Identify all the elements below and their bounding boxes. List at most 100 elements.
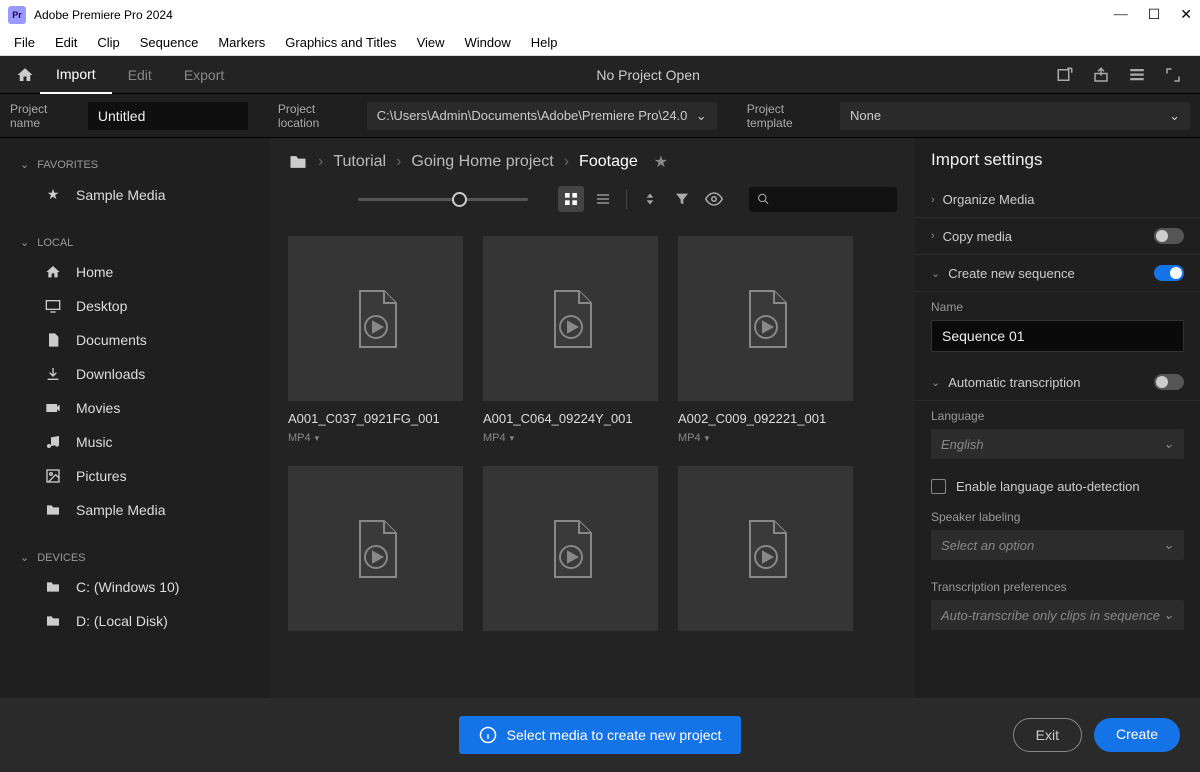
- auto-transcription-toggle[interactable]: [1154, 374, 1184, 390]
- menu-clip[interactable]: Clip: [87, 35, 129, 50]
- folder-nav-icon[interactable]: [288, 152, 308, 172]
- thumbnail-size-slider[interactable]: [358, 198, 528, 201]
- search-input[interactable]: [749, 187, 897, 212]
- project-location-dropdown[interactable]: C:\Users\Admin\Documents\Adobe\Premiere …: [367, 102, 717, 130]
- sidebar-item-sample-media-fav[interactable]: ★Sample Media: [0, 177, 270, 212]
- chevron-down-icon: ⌄: [1169, 108, 1180, 124]
- tab-export[interactable]: Export: [168, 56, 240, 94]
- menu-edit[interactable]: Edit: [45, 35, 87, 50]
- menu-markers[interactable]: Markers: [208, 35, 275, 50]
- sidebar-item-desktop[interactable]: Desktop: [0, 289, 270, 323]
- menu-help[interactable]: Help: [521, 35, 568, 50]
- menu-sequence[interactable]: Sequence: [130, 35, 209, 50]
- clip-thumbnail[interactable]: [288, 236, 463, 401]
- breadcrumb-item[interactable]: Going Home project: [411, 153, 553, 171]
- prefs-value: Auto-transcribe only clips in sequence: [941, 608, 1160, 623]
- section-local-label: LOCAL: [37, 237, 73, 249]
- setting-organize-media[interactable]: ›Organize Media: [915, 182, 1200, 218]
- clip-item[interactable]: A001_C037_0921FG_001MP4 ▾: [288, 236, 463, 444]
- chevron-down-icon: ⌄: [20, 551, 29, 564]
- location-sidebar: ⌄FAVORITES ★Sample Media ⌄ LOCAL Home Des…: [0, 138, 270, 728]
- sidebar-item-pictures[interactable]: Pictures: [0, 459, 270, 493]
- app-logo-icon: Pr: [8, 6, 26, 24]
- project-location-value: C:\Users\Admin\Documents\Adobe\Premiere …: [377, 108, 688, 123]
- clip-thumbnail[interactable]: [483, 236, 658, 401]
- clip-item[interactable]: A001_C064_09224Y_001MP4 ▾: [483, 236, 658, 444]
- sidebar-item-movies[interactable]: Movies: [0, 391, 270, 425]
- app-title: Adobe Premiere Pro 2024: [34, 8, 173, 22]
- menu-window[interactable]: Window: [455, 35, 521, 50]
- clip-item[interactable]: [483, 466, 658, 631]
- titlebar: Pr Adobe Premiere Pro 2024 — ☐ ✕: [0, 0, 1200, 30]
- capture-icon[interactable]: [1056, 66, 1074, 84]
- exit-button[interactable]: Exit: [1013, 718, 1082, 752]
- sequence-name-label: Name: [931, 300, 1184, 314]
- minimize-icon[interactable]: —: [1114, 7, 1128, 24]
- sidebar-item-label: D: (Local Disk): [76, 613, 168, 629]
- eye-icon[interactable]: [701, 186, 727, 212]
- maximize-icon[interactable]: ☐: [1148, 7, 1161, 24]
- favorite-star-icon[interactable]: ★: [654, 152, 668, 172]
- setting-create-sequence[interactable]: ⌄Create new sequence: [915, 255, 1200, 292]
- menu-graphics[interactable]: Graphics and Titles: [275, 35, 406, 50]
- project-name-input[interactable]: Untitled: [88, 102, 248, 130]
- clip-item[interactable]: [288, 466, 463, 631]
- fullscreen-icon[interactable]: [1164, 66, 1182, 84]
- close-icon[interactable]: ✕: [1180, 7, 1192, 24]
- clip-thumbnail[interactable]: [678, 236, 853, 401]
- import-settings-panel: Import settings ›Organize Media ›Copy me…: [915, 138, 1200, 728]
- project-status: No Project Open: [240, 67, 1056, 83]
- menu-file[interactable]: File: [4, 35, 45, 50]
- speaker-labeling-select[interactable]: Select an option⌄: [931, 530, 1184, 560]
- auto-detect-checkbox[interactable]: Enable language auto-detection: [915, 471, 1200, 502]
- transcription-prefs-select[interactable]: Auto-transcribe only clips in sequence⌄: [931, 600, 1184, 630]
- auto-detect-label: Enable language auto-detection: [956, 479, 1140, 494]
- download-icon: [44, 366, 62, 382]
- breadcrumb-sep-icon: ›: [318, 153, 323, 171]
- tab-import[interactable]: Import: [40, 56, 112, 94]
- chevron-down-icon: ⌄: [696, 108, 707, 124]
- sidebar-item-drive-c[interactable]: C: (Windows 10): [0, 570, 270, 604]
- language-value: English: [941, 437, 984, 452]
- setting-auto-transcription[interactable]: ⌄Automatic transcription: [915, 364, 1200, 401]
- sort-icon[interactable]: [637, 186, 663, 212]
- sidebar-item-music[interactable]: Music: [0, 425, 270, 459]
- tab-edit[interactable]: Edit: [112, 56, 168, 94]
- clip-name: A001_C064_09224Y_001: [483, 411, 658, 426]
- section-devices[interactable]: ⌄DEVICES: [0, 545, 270, 570]
- sidebar-item-drive-d[interactable]: D: (Local Disk): [0, 604, 270, 638]
- clip-thumbnail[interactable]: [483, 466, 658, 631]
- copy-media-toggle[interactable]: [1154, 228, 1184, 244]
- speaker-placeholder: Select an option: [941, 538, 1034, 553]
- clip-thumbnail[interactable]: [288, 466, 463, 631]
- sequence-name-input[interactable]: [931, 320, 1184, 352]
- project-template-dropdown[interactable]: None ⌄: [840, 102, 1190, 130]
- checkbox-icon: [931, 479, 946, 494]
- sidebar-item-downloads[interactable]: Downloads: [0, 357, 270, 391]
- create-sequence-toggle[interactable]: [1154, 265, 1184, 281]
- sidebar-item-sample-media[interactable]: Sample Media: [0, 493, 270, 527]
- list-view-icon[interactable]: [590, 186, 616, 212]
- menu-view[interactable]: View: [407, 35, 455, 50]
- home-icon[interactable]: [10, 66, 40, 84]
- grid-view-icon[interactable]: [558, 186, 584, 212]
- setting-copy-media[interactable]: ›Copy media: [915, 218, 1200, 255]
- clip-item[interactable]: A002_C009_092221_001MP4 ▾: [678, 236, 853, 444]
- sidebar-item-label: C: (Windows 10): [76, 579, 179, 595]
- project-bar: Project name Untitled Project location C…: [0, 94, 1200, 138]
- clip-thumbnail[interactable]: [678, 466, 853, 631]
- create-button[interactable]: Create: [1094, 718, 1180, 752]
- share-icon[interactable]: [1092, 66, 1110, 84]
- breadcrumb-sep-icon: ›: [396, 153, 401, 171]
- sidebar-item-home[interactable]: Home: [0, 255, 270, 289]
- language-select[interactable]: English⌄: [931, 429, 1184, 459]
- breadcrumb-item[interactable]: Tutorial: [333, 153, 386, 171]
- sidebar-item-documents[interactable]: Documents: [0, 323, 270, 357]
- chevron-down-icon: ⌄: [20, 236, 29, 249]
- section-local[interactable]: ⌄ LOCAL: [0, 230, 270, 255]
- language-label: Language: [931, 409, 1184, 423]
- filter-icon[interactable]: [669, 186, 695, 212]
- clip-item[interactable]: [678, 466, 853, 631]
- section-favorites[interactable]: ⌄FAVORITES: [0, 152, 270, 177]
- workspace-icon[interactable]: [1128, 66, 1146, 84]
